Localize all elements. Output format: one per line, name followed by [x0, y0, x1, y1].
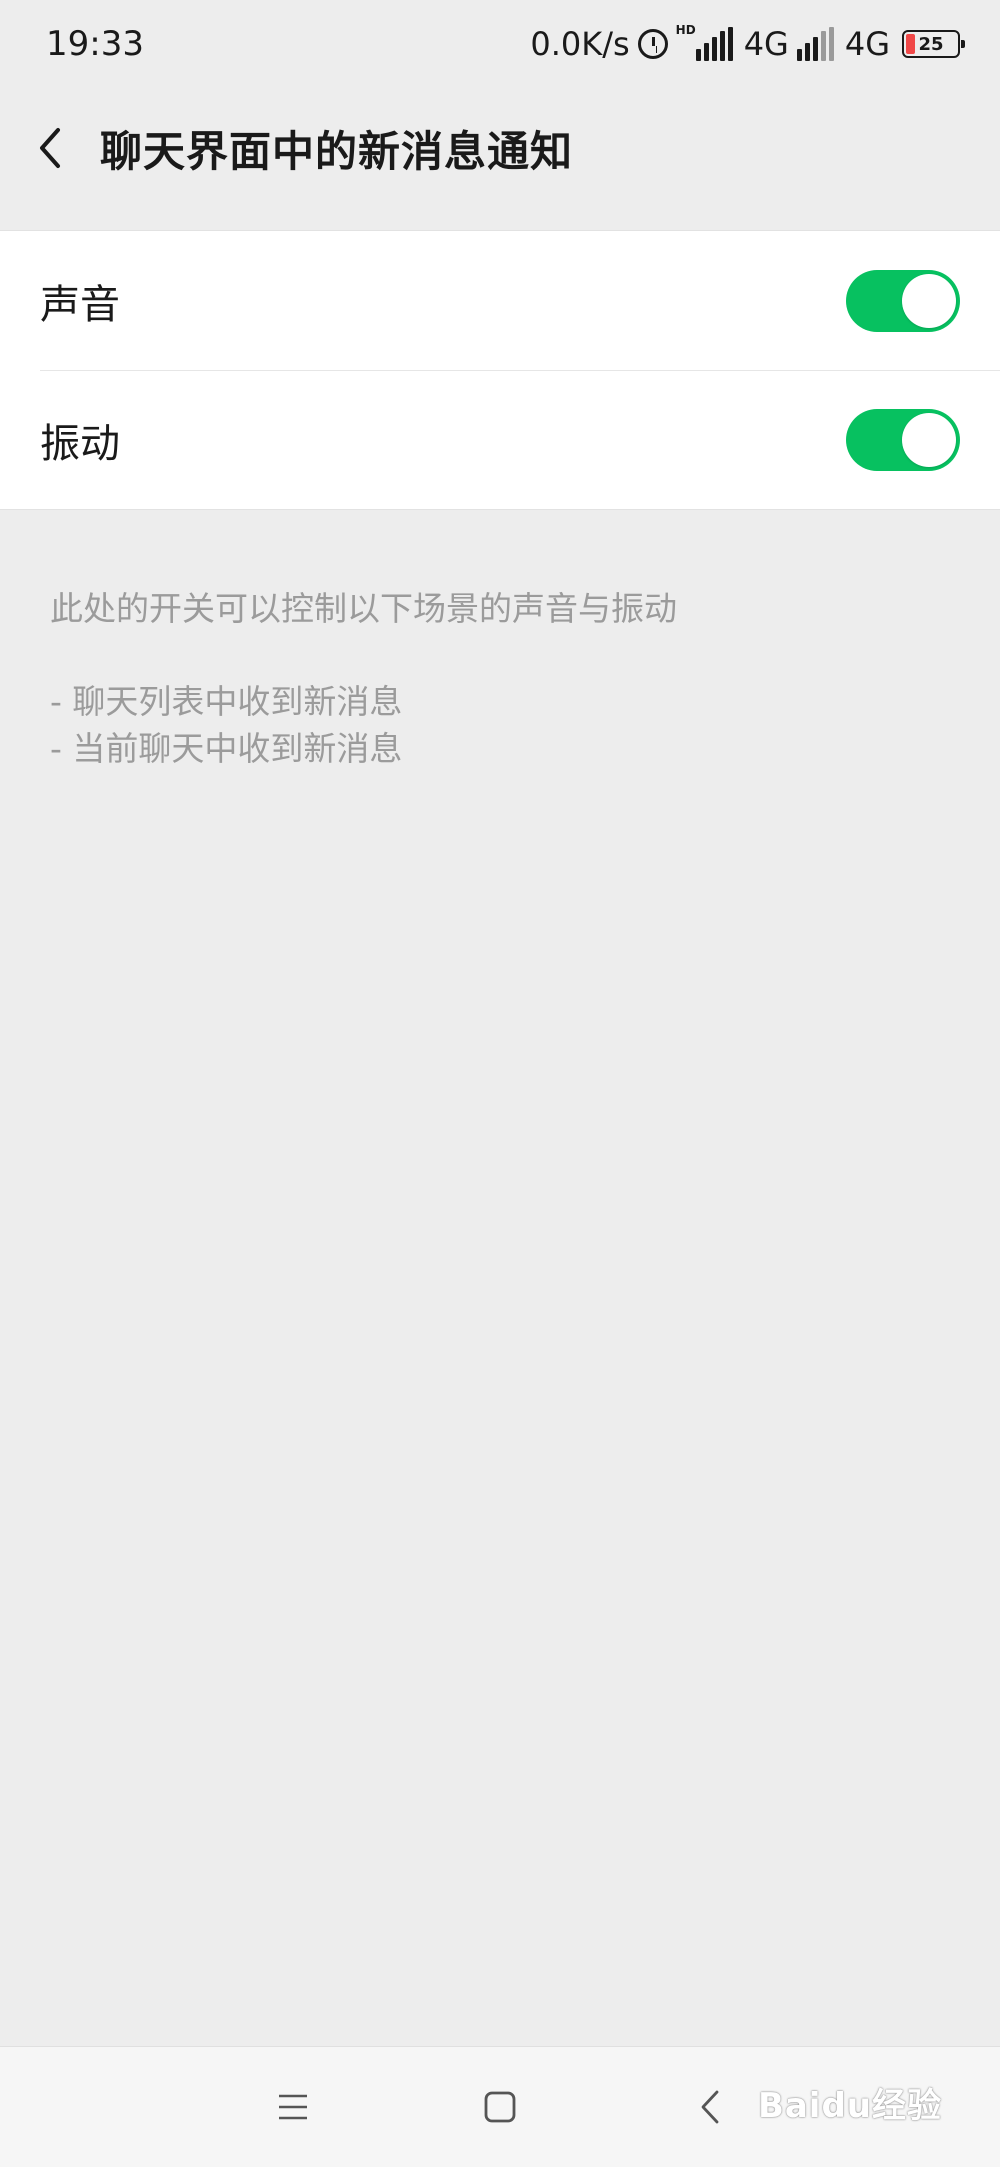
- baidu-watermark: Baidu经验: [757, 2086, 942, 2126]
- system-nav-bar: Baidu经验: [0, 2046, 1000, 2167]
- signal-icon: [695, 27, 736, 61]
- chevron-left-icon: [40, 128, 60, 168]
- page-title: 聊天界面中的新消息通知: [100, 126, 574, 176]
- status-bar: 19:33 0.0K/s HD 4G 4G 25: [0, 0, 1000, 88]
- status-indicators: 0.0K/s HD 4G 4G 25: [530, 23, 965, 63]
- settings-description: 此处的开关可以控制以下场景的声音与振动 - 聊天列表中收到新消息 - 当前聊天中…: [50, 585, 950, 772]
- toggle-knob: [902, 273, 956, 328]
- battery-icon: 25: [902, 30, 965, 58]
- vibration-toggle[interactable]: [846, 408, 960, 471]
- setting-label-sound: 声音: [40, 281, 120, 328]
- network-type-2: 4G: [844, 25, 890, 63]
- network-type-1: 4G: [743, 25, 789, 63]
- home-square-icon: [484, 2091, 516, 2123]
- hd-label: HD: [675, 23, 696, 37]
- description-case-2: - 当前聊天中收到新消息: [50, 729, 403, 768]
- alarm-icon: [637, 29, 668, 59]
- home-button[interactable]: [470, 2077, 530, 2137]
- settings-group: 声音 振动: [0, 230, 1000, 510]
- sound-toggle[interactable]: [846, 269, 960, 332]
- system-back-button[interactable]: [680, 2077, 740, 2137]
- menu-icon: [279, 2094, 307, 2120]
- description-case-1: - 聊天列表中收到新消息: [50, 682, 403, 721]
- back-button[interactable]: [0, 88, 100, 208]
- recent-apps-button[interactable]: [263, 2077, 323, 2137]
- back-triangle-icon: [701, 2090, 719, 2124]
- setting-row-vibration[interactable]: 振动: [0, 370, 1000, 509]
- net-speed: 0.0K/s: [530, 25, 630, 63]
- toggle-knob: [902, 412, 956, 467]
- status-time: 19:33: [46, 24, 144, 64]
- signal-icon-secondary: [796, 27, 837, 61]
- description-intro: 此处的开关可以控制以下场景的声音与振动: [50, 589, 677, 628]
- setting-row-sound[interactable]: 声音: [0, 231, 1000, 370]
- setting-label-vibration: 振动: [40, 420, 120, 467]
- battery-level: 25: [918, 33, 944, 55]
- app-header: 聊天界面中的新消息通知: [0, 88, 1000, 208]
